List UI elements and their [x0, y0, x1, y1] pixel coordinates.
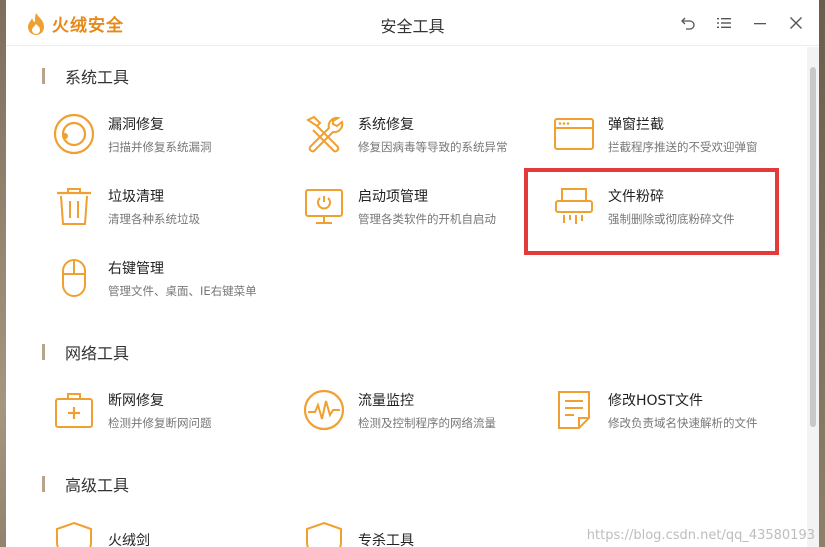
- watermark: https://blog.csdn.net/qq_43580193: [586, 528, 815, 543]
- tool-desc: 管理各类软件的开机自启动: [358, 211, 496, 226]
- tool-desc: 检测及控制程序的网络流量: [358, 415, 496, 430]
- menu-icon: [717, 18, 731, 28]
- tool-vuln-fix[interactable]: 漏洞修复 扫描并修复系统漏洞: [52, 106, 292, 162]
- tool-text: 修改HOST文件 修改负责域名快速解析的文件: [608, 390, 758, 431]
- tool-name: 右键管理: [108, 260, 164, 277]
- tool-name: 垃圾清理: [108, 188, 164, 205]
- tool-popup-block[interactable]: 弹窗拦截 拦截程序推送的不受欢迎弹窗: [552, 106, 792, 162]
- close-icon: [790, 17, 802, 29]
- section-network-tools: 网络工具: [42, 340, 129, 364]
- document-icon: [552, 388, 596, 432]
- trash-icon: [52, 184, 96, 228]
- close-button[interactable]: [785, 12, 807, 34]
- tool-desc: 扫描并修复系统漏洞: [108, 139, 212, 154]
- tool-text: 右键管理 管理文件、桌面、IE右键菜单: [108, 258, 257, 299]
- tool-junk-clean[interactable]: 垃圾清理 清理各种系统垃圾: [52, 178, 292, 234]
- shield-icon: [52, 520, 96, 547]
- window-controls: [677, 12, 807, 34]
- section-bar: [42, 476, 45, 492]
- tool-traffic-monitor[interactable]: 流量监控 检测及控制程序的网络流量: [302, 382, 542, 438]
- section-bar: [42, 344, 45, 360]
- section-bar: [42, 68, 45, 84]
- scrollbar-thumb[interactable]: [810, 67, 816, 427]
- section-title: 系统工具: [65, 68, 130, 87]
- tool-system-repair[interactable]: 系统修复 修复因病毒等导致的系统异常: [302, 106, 542, 162]
- monitor-power-icon: [302, 184, 346, 228]
- app-window: 火绒安全 安全工具 系统工具 漏洞修复 扫描并修复系统漏洞 系统修复 修复因病毒…: [6, 0, 819, 547]
- tool-name: 修改HOST文件: [608, 392, 703, 409]
- pulse-gauge-icon: [302, 388, 346, 432]
- mouse-icon: [52, 256, 96, 300]
- shield-icon: [302, 520, 346, 547]
- window-icon: [552, 112, 596, 156]
- tool-text: 流量监控 检测及控制程序的网络流量: [358, 390, 496, 431]
- tool-desc: 管理文件、桌面、IE右键菜单: [108, 283, 257, 298]
- tool-name: 火绒剑: [108, 532, 150, 547]
- tool-text: 漏洞修复 扫描并修复系统漏洞: [108, 114, 212, 155]
- tools-panel: 系统工具 漏洞修复 扫描并修复系统漏洞 系统修复 修复因病毒等导致的系统异常 弹…: [6, 47, 807, 547]
- tool-hosts-editor[interactable]: 修改HOST文件 修改负责域名快速解析的文件: [552, 382, 792, 438]
- tool-context-menu[interactable]: 右键管理 管理文件、桌面、IE右键菜单: [52, 250, 292, 306]
- tool-text: 断网修复 检测并修复断网问题: [108, 390, 212, 431]
- back-button[interactable]: [677, 12, 699, 34]
- tool-text: 弹窗拦截 拦截程序推送的不受欢迎弹窗: [608, 114, 758, 155]
- tool-name: 启动项管理: [358, 188, 428, 205]
- tool-startup-manager[interactable]: 启动项管理 管理各类软件的开机自启动: [302, 178, 542, 234]
- scrollbar[interactable]: [807, 47, 819, 547]
- tool-text: 垃圾清理 清理各种系统垃圾: [108, 186, 200, 227]
- tool-name: 漏洞修复: [108, 116, 164, 133]
- tool-desc: 检测并修复断网问题: [108, 415, 212, 430]
- tool-name: 流量监控: [358, 392, 414, 409]
- tool-desc: 清理各种系统垃圾: [108, 211, 200, 226]
- menu-button[interactable]: [713, 12, 735, 34]
- tool-text: 专杀工具: [358, 530, 414, 547]
- tool-text: 系统修复 修复因病毒等导致的系统异常: [358, 114, 508, 155]
- tool-text: 启动项管理 管理各类软件的开机自启动: [358, 186, 496, 227]
- red-highlight-box: [524, 168, 779, 255]
- target-icon: [52, 112, 96, 156]
- tool-special-kill[interactable]: 专杀工具: [302, 514, 542, 547]
- tool-text: 火绒剑: [108, 530, 150, 547]
- tool-name: 专杀工具: [358, 532, 414, 547]
- section-system-tools: 系统工具: [42, 64, 129, 88]
- tool-network-repair[interactable]: 断网修复 检测并修复断网问题: [52, 382, 292, 438]
- section-title: 高级工具: [65, 476, 130, 495]
- first-aid-icon: [52, 388, 96, 432]
- tool-name: 弹窗拦截: [608, 116, 664, 133]
- minimize-icon: [754, 23, 766, 25]
- tool-desc: 拦截程序推送的不受欢迎弹窗: [608, 139, 758, 154]
- tool-name: 系统修复: [358, 116, 414, 133]
- title-bar: 火绒安全 安全工具: [6, 0, 819, 46]
- back-icon: [681, 17, 695, 30]
- section-title: 网络工具: [65, 344, 130, 363]
- minimize-button[interactable]: [749, 12, 771, 34]
- tool-name: 断网修复: [108, 392, 164, 409]
- wrench-screwdriver-icon: [302, 112, 346, 156]
- tool-desc: 修复因病毒等导致的系统异常: [358, 139, 508, 154]
- tool-huorong-sword[interactable]: 火绒剑: [52, 514, 292, 547]
- tool-desc: 修改负责域名快速解析的文件: [608, 415, 758, 430]
- section-advanced-tools: 高级工具: [42, 472, 129, 496]
